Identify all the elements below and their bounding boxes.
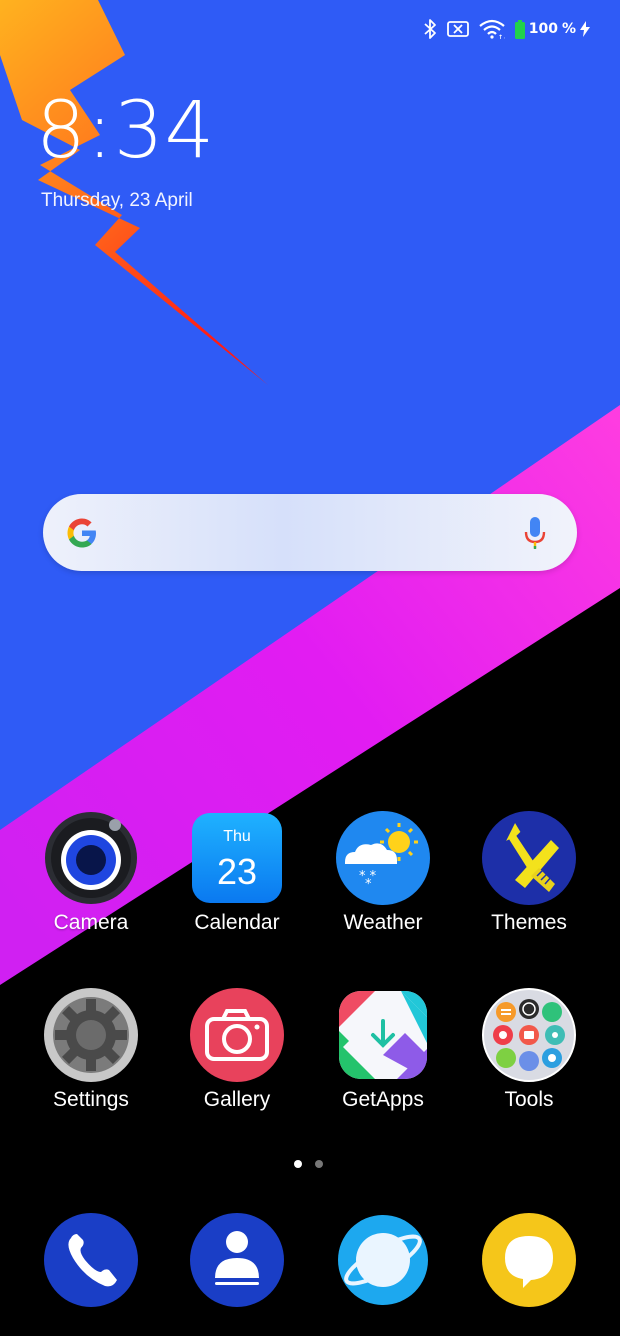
app-getapps[interactable]: GetApps [313, 987, 453, 1112]
tools-folder-icon [481, 987, 577, 1083]
app-label: Camera [53, 911, 129, 934]
dock-phone[interactable] [43, 1212, 139, 1308]
contacts-icon [190, 1213, 284, 1307]
google-g-icon [67, 518, 96, 548]
app-label: Calendar [194, 911, 280, 934]
clock-date[interactable]: Thursday, 23 April [41, 190, 193, 212]
battery-percent: 100 [528, 21, 558, 37]
mic-icon[interactable] [523, 514, 547, 552]
percent-symbol: % [561, 21, 576, 37]
gallery-icon [189, 987, 285, 1083]
calendar-icon: Thu 23 [192, 810, 282, 906]
svg-text:*: * [365, 877, 372, 892]
getapps-icon [335, 987, 431, 1083]
gear-icon [43, 987, 139, 1083]
dock-messaging[interactable] [481, 1212, 577, 1308]
battery-icon [514, 19, 525, 39]
page-indicator [294, 1160, 323, 1168]
calendar-date: 23 [216, 851, 258, 892]
svg-text:↑↓: ↑↓ [498, 34, 505, 39]
calendar-day: Thu [223, 828, 251, 845]
app-settings[interactable]: Settings [21, 987, 161, 1112]
app-label: Weather [343, 911, 423, 934]
battery-indicator: 100 % [514, 19, 590, 39]
themes-icon [481, 810, 577, 906]
browser-icon [338, 1215, 428, 1305]
dock-contacts[interactable] [189, 1212, 285, 1308]
app-themes[interactable]: Themes [459, 810, 599, 935]
dock-browser[interactable] [335, 1212, 431, 1308]
clock-time[interactable]: 8:34 [36, 92, 215, 170]
page-dot-active [294, 1160, 302, 1168]
bluetooth-icon [424, 19, 436, 39]
no-sim-icon [446, 21, 469, 37]
app-calendar[interactable]: Thu 23 Calendar [167, 810, 307, 935]
camera-icon [43, 810, 139, 906]
app-label: Settings [53, 1088, 129, 1111]
page-dot [315, 1160, 323, 1168]
status-bar: ↑↓ 100 % [423, 16, 590, 42]
charging-icon [580, 21, 590, 37]
app-label: GetApps [342, 1088, 424, 1111]
wifi-icon: ↑↓ [479, 19, 505, 39]
app-weather[interactable]: * * * Weather [313, 810, 453, 935]
messaging-icon [482, 1213, 576, 1307]
weather-icon: * * * [335, 810, 431, 906]
app-camera[interactable]: Camera [21, 810, 161, 935]
app-label: Tools [504, 1088, 554, 1111]
app-label: Themes [491, 911, 567, 934]
phone-icon [44, 1213, 138, 1307]
google-search-bar[interactable] [43, 494, 577, 571]
app-label: Gallery [203, 1088, 271, 1111]
folder-tools[interactable]: Tools [459, 987, 599, 1112]
app-gallery[interactable]: Gallery [167, 987, 307, 1112]
search-input[interactable] [123, 512, 487, 554]
